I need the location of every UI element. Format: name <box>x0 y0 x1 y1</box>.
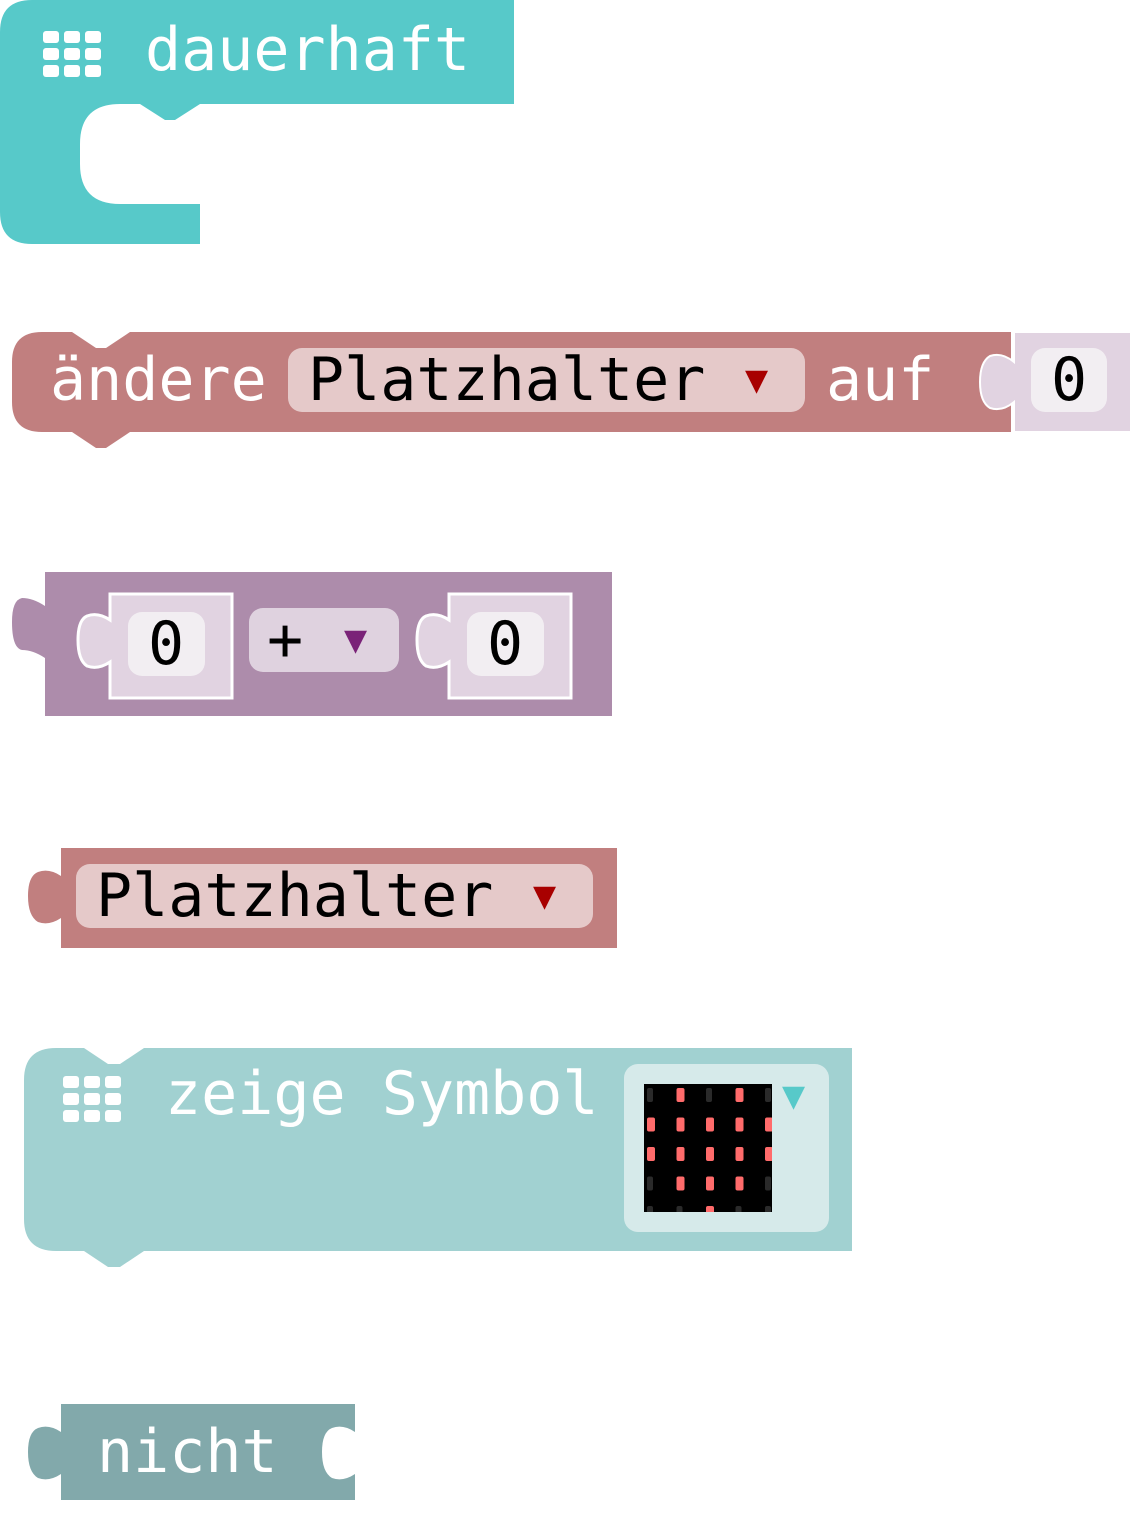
led-on <box>676 1117 685 1132</box>
right-number-field[interactable]: 0 <box>467 612 544 676</box>
show-icon-label: zeige Symbol <box>165 1059 599 1129</box>
operator-value: + <box>267 605 304 675</box>
variable-dropdown-value: Platzhalter <box>308 345 706 415</box>
right-number-value: 0 <box>487 609 524 679</box>
led-on <box>706 1147 714 1161</box>
led-on <box>706 1206 714 1212</box>
led-on <box>765 1147 772 1161</box>
led-on <box>676 1088 685 1102</box>
icon-picker[interactable]: ▼ <box>624 1064 829 1232</box>
dropdown-arrow-icon: ▼ <box>745 363 769 398</box>
operator-dropdown[interactable]: + ▼ <box>249 608 399 672</box>
led-off <box>765 1088 771 1102</box>
left-number-value: 0 <box>148 609 185 679</box>
arithmetic-block[interactable]: 0 + ▼ 0 <box>0 570 620 720</box>
number-field-value: 0 <box>1051 345 1088 415</box>
set-variable-prefix: ändere <box>50 345 267 415</box>
led-on <box>735 1117 744 1132</box>
led-matrix-preview <box>644 1084 772 1212</box>
led-off <box>765 1206 771 1212</box>
led-on <box>706 1176 714 1191</box>
led-on <box>735 1176 744 1191</box>
forever-block[interactable]: dauerhaft <box>0 0 520 250</box>
dropdown-arrow-icon: ▼ <box>782 1079 806 1114</box>
led-on <box>676 1176 685 1191</box>
led-on <box>706 1117 714 1132</box>
led-off <box>676 1206 683 1212</box>
forever-label: dauerhaft <box>145 15 471 85</box>
led-on <box>647 1117 655 1132</box>
led-on <box>765 1117 772 1132</box>
led-off <box>647 1088 653 1102</box>
variable-dropdown[interactable]: Platzhalter ▼ <box>76 864 593 928</box>
dropdown-arrow-icon: ▼ <box>344 623 368 658</box>
grid-icon <box>43 31 101 77</box>
variable-block[interactable]: Platzhalter ▼ <box>0 846 620 950</box>
led-on <box>647 1147 655 1161</box>
led-off <box>647 1176 653 1191</box>
not-label: nicht <box>97 1417 278 1487</box>
set-variable-block[interactable]: ändere Platzhalter ▼ auf 0 <box>0 330 1131 450</box>
left-number-field[interactable]: 0 <box>128 612 205 676</box>
number-field[interactable]: 0 <box>1031 348 1107 412</box>
led-off <box>706 1088 712 1102</box>
variable-dropdown-value: Platzhalter <box>96 861 494 931</box>
led-off <box>647 1206 653 1212</box>
led-on <box>735 1088 744 1102</box>
dropdown-arrow-icon: ▼ <box>533 879 557 914</box>
show-icon-block[interactable]: zeige Symbol ▼ <box>0 1046 860 1271</box>
led-off <box>735 1206 742 1212</box>
led-on <box>735 1147 744 1161</box>
not-block[interactable]: nicht <box>0 1402 360 1502</box>
led-on <box>676 1147 685 1161</box>
set-variable-middle: auf <box>826 345 935 415</box>
variable-dropdown[interactable]: Platzhalter ▼ <box>288 348 805 412</box>
led-off <box>765 1176 771 1191</box>
grid-icon <box>63 1076 121 1122</box>
